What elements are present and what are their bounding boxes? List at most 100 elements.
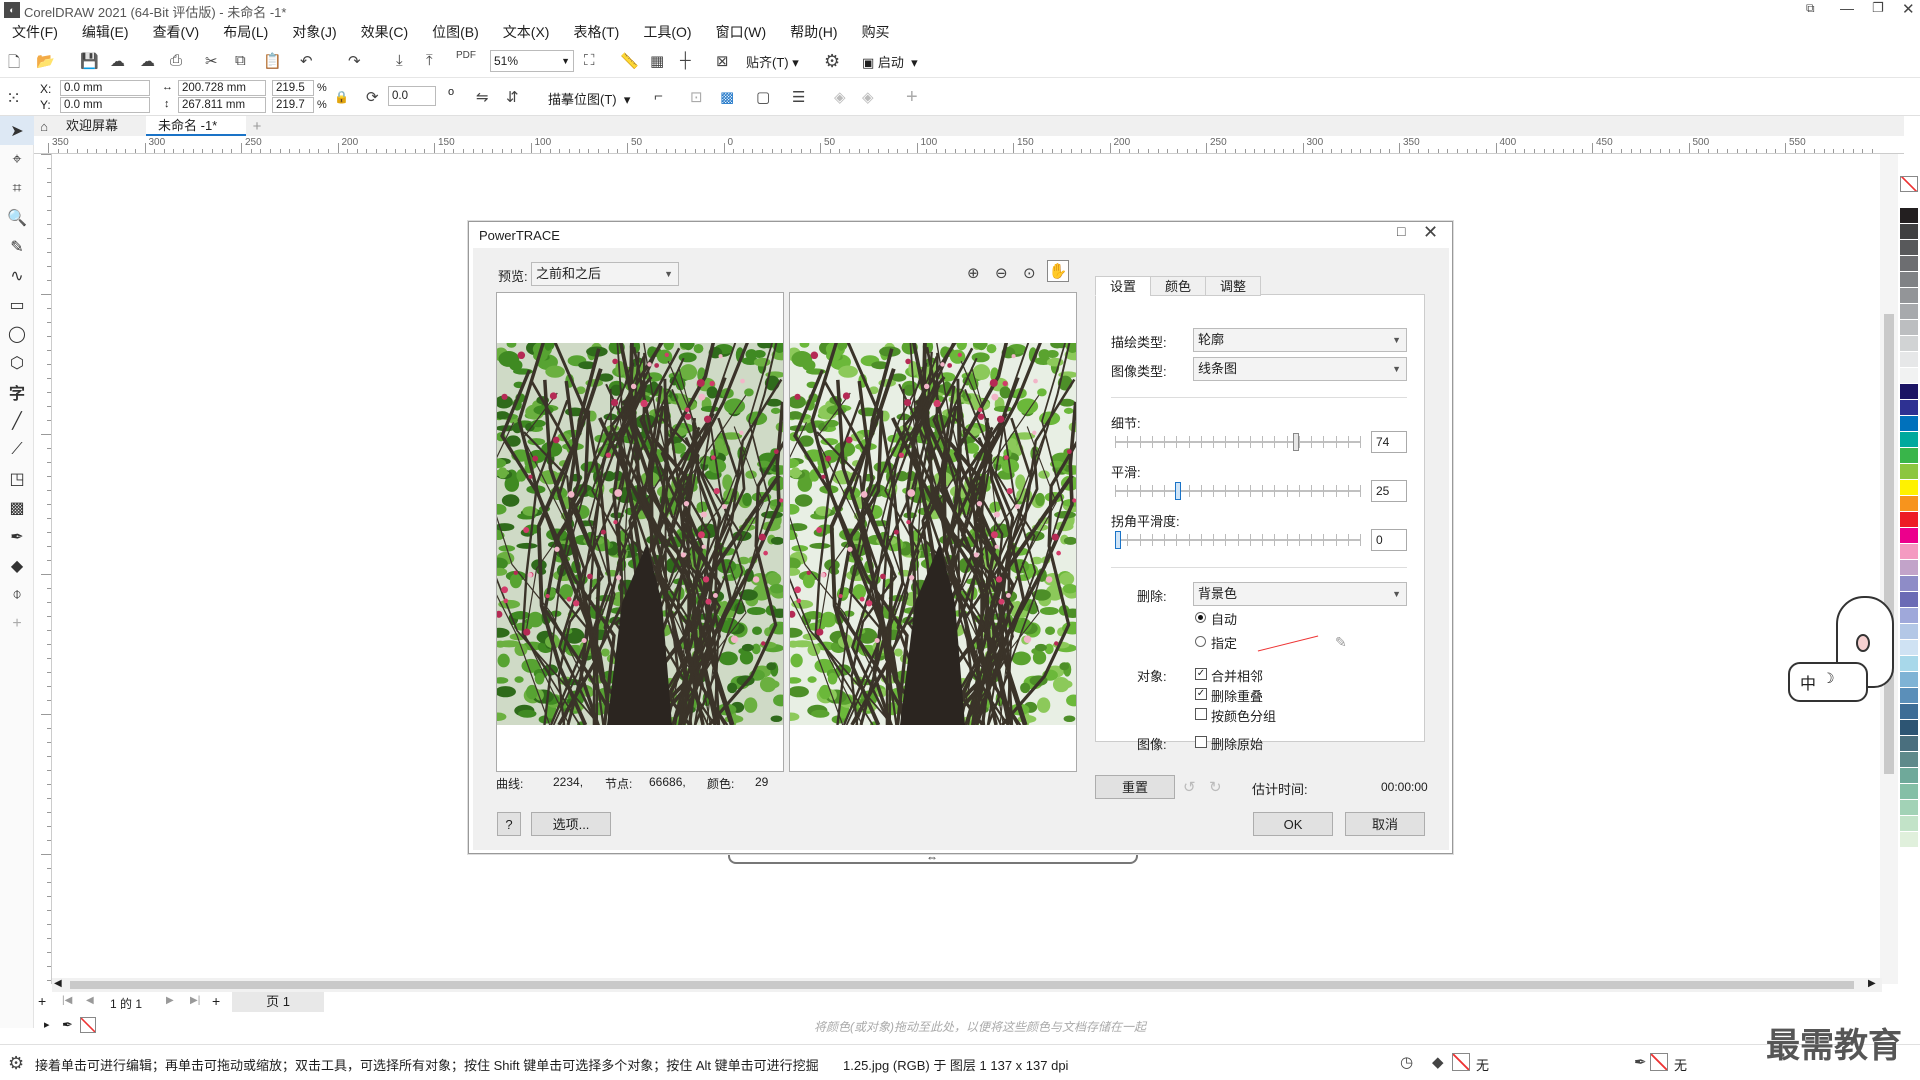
help-window-icon[interactable]: ⧉	[1806, 1, 1815, 16]
group-by-color-checkbox[interactable]	[1195, 708, 1207, 720]
ok-button[interactable]: OK	[1253, 812, 1333, 836]
dialog-close-icon[interactable]: ✕	[1423, 222, 1438, 243]
options-gear-icon[interactable]: ⚙	[824, 51, 840, 72]
to-front-icon[interactable]: ◈	[834, 88, 846, 106]
menu-item-9[interactable]: 工具(O)	[631, 20, 703, 44]
height-input[interactable]: 267.811 mm	[178, 97, 266, 113]
palette-swatch[interactable]	[1900, 304, 1918, 320]
first-page-icon[interactable]: |◀	[62, 995, 72, 1006]
palette-swatch[interactable]	[1900, 768, 1918, 784]
palette-swatch[interactable]	[1900, 256, 1918, 272]
scale-width-input[interactable]: 219.5	[272, 80, 314, 96]
add-icon[interactable]: +	[906, 86, 918, 109]
palette-swatch[interactable]	[1900, 352, 1918, 368]
zoom-level-input[interactable]: 51% ▼	[490, 50, 574, 72]
ime-mascot[interactable]: 中 ☽	[1784, 596, 1904, 708]
pick-tool-icon[interactable]: ➤	[0, 116, 34, 145]
help-button[interactable]: ?	[497, 812, 521, 836]
menu-item-4[interactable]: 对象(J)	[280, 20, 348, 44]
palette-swatch[interactable]	[1900, 464, 1918, 480]
transparency-icon[interactable]: ▩	[0, 493, 34, 522]
palette-swatch[interactable]	[1900, 560, 1918, 576]
smooth-input[interactable]: 25	[1371, 480, 1407, 502]
cancel-button[interactable]: 取消	[1345, 812, 1425, 836]
menu-item-8[interactable]: 表格(T)	[561, 20, 631, 44]
corner-input[interactable]: 0	[1371, 529, 1407, 551]
auto-radio[interactable]	[1195, 612, 1206, 623]
palette-swatch[interactable]	[1900, 784, 1918, 800]
resample-icon[interactable]: ▩	[720, 88, 734, 106]
detail-slider-thumb[interactable]	[1292, 433, 1299, 451]
launch-dropdown[interactable]: ▣ 启动 ▾	[862, 52, 918, 71]
page-tab[interactable]: 页 1	[232, 992, 324, 1012]
mirror-horizontal-icon[interactable]: ⇋	[476, 88, 489, 106]
freehand-tool-icon[interactable]: ✎	[0, 232, 34, 261]
image-type-dropdown[interactable]: 线条图 ▼	[1193, 357, 1407, 381]
undo-icon[interactable]: ↶	[300, 52, 313, 70]
palette-swatch[interactable]	[1900, 368, 1918, 384]
redo-trace-icon[interactable]: ↻	[1209, 778, 1222, 796]
palette-swatch[interactable]	[1900, 384, 1918, 400]
detail-input[interactable]: 74	[1371, 431, 1407, 453]
add-page-after-icon[interactable]: +	[212, 993, 220, 1009]
prev-page-icon[interactable]: ◀	[86, 995, 94, 1006]
x-position-input[interactable]: 0.0 mm	[60, 80, 150, 96]
export-icon[interactable]: ⤒	[426, 52, 433, 69]
mirror-vertical-icon[interactable]: ⇵	[506, 88, 519, 106]
menu-item-12[interactable]: 购买	[850, 20, 902, 44]
tab-document[interactable]: 未命名 -1*	[146, 116, 246, 136]
restore-icon[interactable]: ❐	[1872, 0, 1884, 16]
ime-indicator[interactable]: 中	[1800, 670, 1816, 694]
trace-bitmap-dropdown[interactable]: 描摹位图(T) ▾	[548, 89, 630, 108]
open-icon[interactable]: 📂	[36, 52, 55, 70]
palette-swatch[interactable]	[1900, 480, 1918, 496]
cut-icon[interactable]: ✂	[205, 52, 218, 70]
show-grid-icon[interactable]: ▦	[650, 52, 664, 70]
lock-ratio-icon[interactable]: 🔒	[334, 90, 349, 104]
reset-button[interactable]: 重置	[1095, 775, 1175, 799]
add-page-before-icon[interactable]: +	[38, 993, 46, 1009]
palette-swatch[interactable]	[1900, 224, 1918, 240]
scroll-right-icon[interactable]: ▶	[1868, 978, 1876, 989]
next-page-icon[interactable]: ▶	[166, 995, 174, 1006]
palette-swatch[interactable]	[1900, 400, 1918, 416]
expand-icon[interactable]: ▸	[44, 1018, 50, 1031]
y-position-input[interactable]: 0.0 mm	[60, 97, 150, 113]
to-back-icon[interactable]: ◈	[862, 88, 874, 106]
rectangle-tool-icon[interactable]: ▭	[0, 290, 34, 319]
full-screen-icon[interactable]: ⛶	[584, 52, 595, 69]
smooth-slider[interactable]	[1115, 481, 1361, 501]
palette-swatch[interactable]	[1900, 496, 1918, 512]
palette-swatch[interactable]	[1900, 240, 1918, 256]
palette-swatch[interactable]	[1900, 752, 1918, 768]
menu-item-3[interactable]: 布局(L)	[211, 20, 280, 44]
tab-settings[interactable]: 设置	[1095, 276, 1152, 296]
eyedropper-picker-icon[interactable]: ✎	[1335, 634, 1347, 651]
copy-icon[interactable]: ⧉	[235, 52, 246, 69]
save-icon[interactable]: 💾	[80, 52, 99, 70]
corner-slider-thumb[interactable]	[1115, 531, 1121, 549]
options-button[interactable]: 选项...	[531, 812, 611, 836]
pan-hand-icon[interactable]: ✋	[1047, 260, 1069, 282]
eyedropper-icon-small[interactable]: ✒	[62, 1017, 73, 1033]
text-wrap-icon[interactable]: ☰	[792, 88, 805, 106]
pdf-icon[interactable]: PDF	[456, 50, 476, 61]
menu-item-5[interactable]: 效果(C)	[349, 20, 420, 44]
settings-icon[interactable]: ⚙	[8, 1053, 24, 1074]
vertical-scrollbar[interactable]	[1880, 154, 1898, 984]
scale-height-input[interactable]: 219.7	[272, 97, 314, 113]
horizontal-scroll-thumb[interactable]	[70, 981, 1854, 989]
palette-swatch[interactable]	[1900, 544, 1918, 560]
menu-item-1[interactable]: 编辑(E)	[70, 20, 141, 44]
crop-tool-icon[interactable]: ⌗	[0, 174, 34, 203]
palette-swatch[interactable]	[1900, 832, 1918, 848]
eyedropper-icon[interactable]: ✒	[0, 522, 34, 551]
fill-swatch[interactable]	[1452, 1053, 1470, 1071]
palette-swatch[interactable]	[1900, 208, 1918, 224]
trace-type-dropdown[interactable]: 轮廓 ▼	[1193, 328, 1407, 352]
shape-tool-icon[interactable]: ⌖	[0, 145, 34, 174]
palette-swatch[interactable]	[1900, 800, 1918, 816]
smooth-slider-thumb[interactable]	[1175, 482, 1181, 500]
polygon-tool-icon[interactable]: ⬡	[0, 348, 34, 377]
remove-overlap-checkbox[interactable]: ✓	[1195, 688, 1207, 700]
